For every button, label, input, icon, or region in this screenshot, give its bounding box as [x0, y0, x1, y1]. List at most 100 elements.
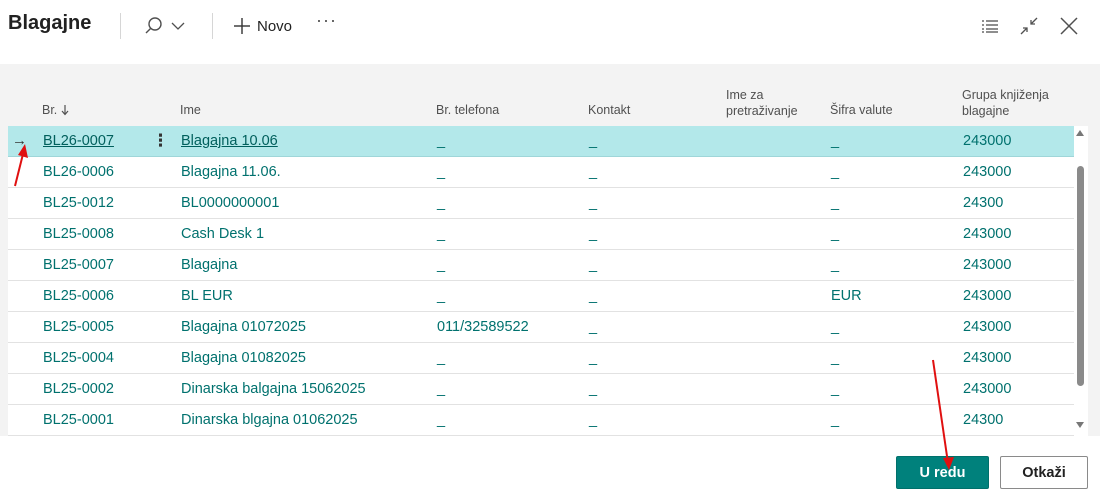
row-actions-menu-icon[interactable]: ⋮ [152, 126, 169, 156]
cell-name[interactable]: Blagajna 01072025 [181, 312, 306, 342]
table-row[interactable]: BL25-0006 BL EUR _ _ EUR 243000 [8, 281, 1074, 312]
vertical-scrollbar[interactable] [1074, 126, 1088, 436]
page-title: Blagajne [8, 12, 92, 34]
column-header-name[interactable]: Ime [180, 102, 201, 118]
table-row[interactable]: → ⋮ BL26-0007 Blagajna 10.06 _ _ _ 243000 [8, 126, 1074, 157]
table-row[interactable]: BL25-0007 Blagajna _ _ _ 243000 [8, 250, 1074, 281]
cell-name[interactable]: Dinarska balgajna 15062025 [181, 374, 366, 404]
cell-posting-group: 243000 [963, 319, 1012, 335]
list-view-button[interactable] [976, 12, 1004, 40]
cancel-button[interactable]: Otkaži [1000, 456, 1088, 489]
cell-contact: _ [589, 350, 598, 366]
column-header-currency[interactable]: Šifra valute [830, 102, 893, 118]
cell-name[interactable]: BL EUR [181, 281, 233, 311]
cell-currency: _ [831, 257, 840, 273]
cell-phone: 011/32589522 [437, 319, 529, 335]
close-button[interactable] [1055, 12, 1083, 40]
header-divider [120, 13, 121, 39]
cell-no[interactable]: BL25-0001 [43, 405, 114, 435]
cell-contact: _ [589, 164, 598, 180]
cell-phone: _ [437, 350, 446, 366]
cell-currency: _ [831, 412, 840, 428]
grid-header: Br. Ime Br. telefona Kontakt Ime za pret… [0, 64, 1074, 126]
column-header-search-name-line1: Ime za [726, 88, 764, 102]
cell-currency: _ [831, 381, 840, 397]
cell-no[interactable]: BL26-0006 [43, 157, 114, 187]
cell-no[interactable]: BL25-0006 [43, 281, 114, 311]
cell-phone: _ [437, 133, 446, 149]
scroll-down-arrow-icon[interactable] [1076, 422, 1084, 428]
cell-no[interactable]: BL25-0002 [43, 374, 114, 404]
new-button[interactable]: Novo [233, 12, 292, 40]
cell-contact: _ [589, 319, 598, 335]
more-actions-button[interactable]: ··· [316, 10, 337, 31]
cell-contact: _ [589, 381, 598, 397]
table-row[interactable]: BL25-0012 BL0000000001 _ _ _ 24300 [8, 188, 1074, 219]
cell-phone: _ [437, 288, 446, 304]
search-icon [145, 17, 162, 34]
cell-posting-group: 243000 [963, 226, 1012, 242]
collapse-button[interactable] [1015, 12, 1043, 40]
cell-posting-group: 24300 [963, 412, 1004, 428]
page-header: Blagajne Novo ··· [0, 0, 1100, 64]
cell-contact: _ [589, 257, 598, 273]
scroll-thumb[interactable] [1077, 166, 1084, 386]
table-row[interactable]: BL25-0008 Cash Desk 1 _ _ _ 243000 [8, 219, 1074, 250]
cell-contact: _ [589, 195, 598, 211]
cell-no[interactable]: BL25-0005 [43, 312, 114, 342]
column-header-no[interactable]: Br. [42, 102, 69, 118]
cell-posting-group: 243000 [963, 288, 1012, 304]
table-row[interactable]: BL25-0002 Dinarska balgajna 15062025 _ _ _ 24… [8, 374, 1074, 405]
cell-name[interactable]: Dinarska blgajna 01062025 [181, 405, 358, 435]
cell-name[interactable]: BL0000000001 [181, 188, 279, 218]
new-button-label: Novo [257, 17, 293, 35]
search-button[interactable] [143, 12, 189, 40]
column-header-search-name[interactable]: Ime za pretraživanje [726, 87, 798, 119]
cell-phone: _ [437, 164, 446, 180]
cell-name[interactable]: Blagajna 10.06 [181, 126, 278, 156]
cell-phone: _ [437, 412, 446, 428]
cell-name[interactable]: Cash Desk 1 [181, 219, 264, 249]
table-row[interactable]: BL25-0004 Blagajna 01082025 _ _ _ 243000 [8, 343, 1074, 374]
ok-button[interactable]: U redu [896, 456, 989, 489]
cell-phone: _ [437, 226, 446, 242]
cell-phone: _ [437, 257, 446, 273]
close-icon [1060, 17, 1078, 35]
cell-no[interactable]: BL26-0007 [43, 126, 114, 156]
scroll-up-arrow-icon[interactable] [1076, 130, 1084, 136]
chevron-down-icon [171, 22, 185, 30]
column-header-search-name-line2: pretraživanje [726, 104, 798, 118]
cell-currency: _ [831, 164, 840, 180]
cell-no[interactable]: BL25-0008 [43, 219, 114, 249]
current-row-arrow-icon: → [12, 132, 27, 149]
cell-currency: _ [831, 350, 840, 366]
column-header-no-label: Br. [42, 103, 58, 117]
cell-currency: _ [831, 226, 840, 242]
table-row[interactable]: BL25-0001 Dinarska blgajna 01062025 _ _ _ 243… [8, 405, 1074, 436]
grid-rows: → ⋮ BL26-0007 Blagajna 10.06 _ _ _ 243000 BL26-0… [8, 126, 1074, 436]
cell-name[interactable]: Blagajna 01082025 [181, 343, 306, 373]
cell-contact: _ [589, 133, 598, 149]
cell-no[interactable]: BL25-0004 [43, 343, 114, 373]
list-grid: Br. Ime Br. telefona Kontakt Ime za pret… [0, 64, 1100, 436]
column-header-posting-group[interactable]: Grupa knjiženja blagajne [962, 87, 1049, 119]
collapse-icon [1020, 17, 1038, 35]
column-header-phone[interactable]: Br. telefona [436, 102, 499, 118]
cell-no[interactable]: BL25-0007 [43, 250, 114, 280]
cell-no[interactable]: BL25-0012 [43, 188, 114, 218]
cell-currency: _ [831, 133, 840, 149]
list-view-icon [982, 20, 998, 33]
table-row[interactable]: BL26-0006 Blagajna 11.06. _ _ _ 243000 [8, 157, 1074, 188]
cell-currency: _ [831, 319, 840, 335]
cell-name[interactable]: Blagajna 11.06. [181, 157, 281, 187]
table-row[interactable]: BL25-0005 Blagajna 01072025 011/32589522 _ _… [8, 312, 1074, 343]
plus-icon [234, 18, 250, 34]
column-header-contact[interactable]: Kontakt [588, 102, 630, 118]
cell-contact: _ [589, 288, 598, 304]
cell-phone: _ [437, 195, 446, 211]
cell-posting-group: 243000 [963, 381, 1012, 397]
cell-name[interactable]: Blagajna [181, 250, 237, 280]
column-header-posting-group-line2: blagajne [962, 104, 1010, 118]
cell-posting-group: 243000 [963, 133, 1012, 149]
column-header-posting-group-line1: Grupa knjiženja [962, 88, 1049, 102]
